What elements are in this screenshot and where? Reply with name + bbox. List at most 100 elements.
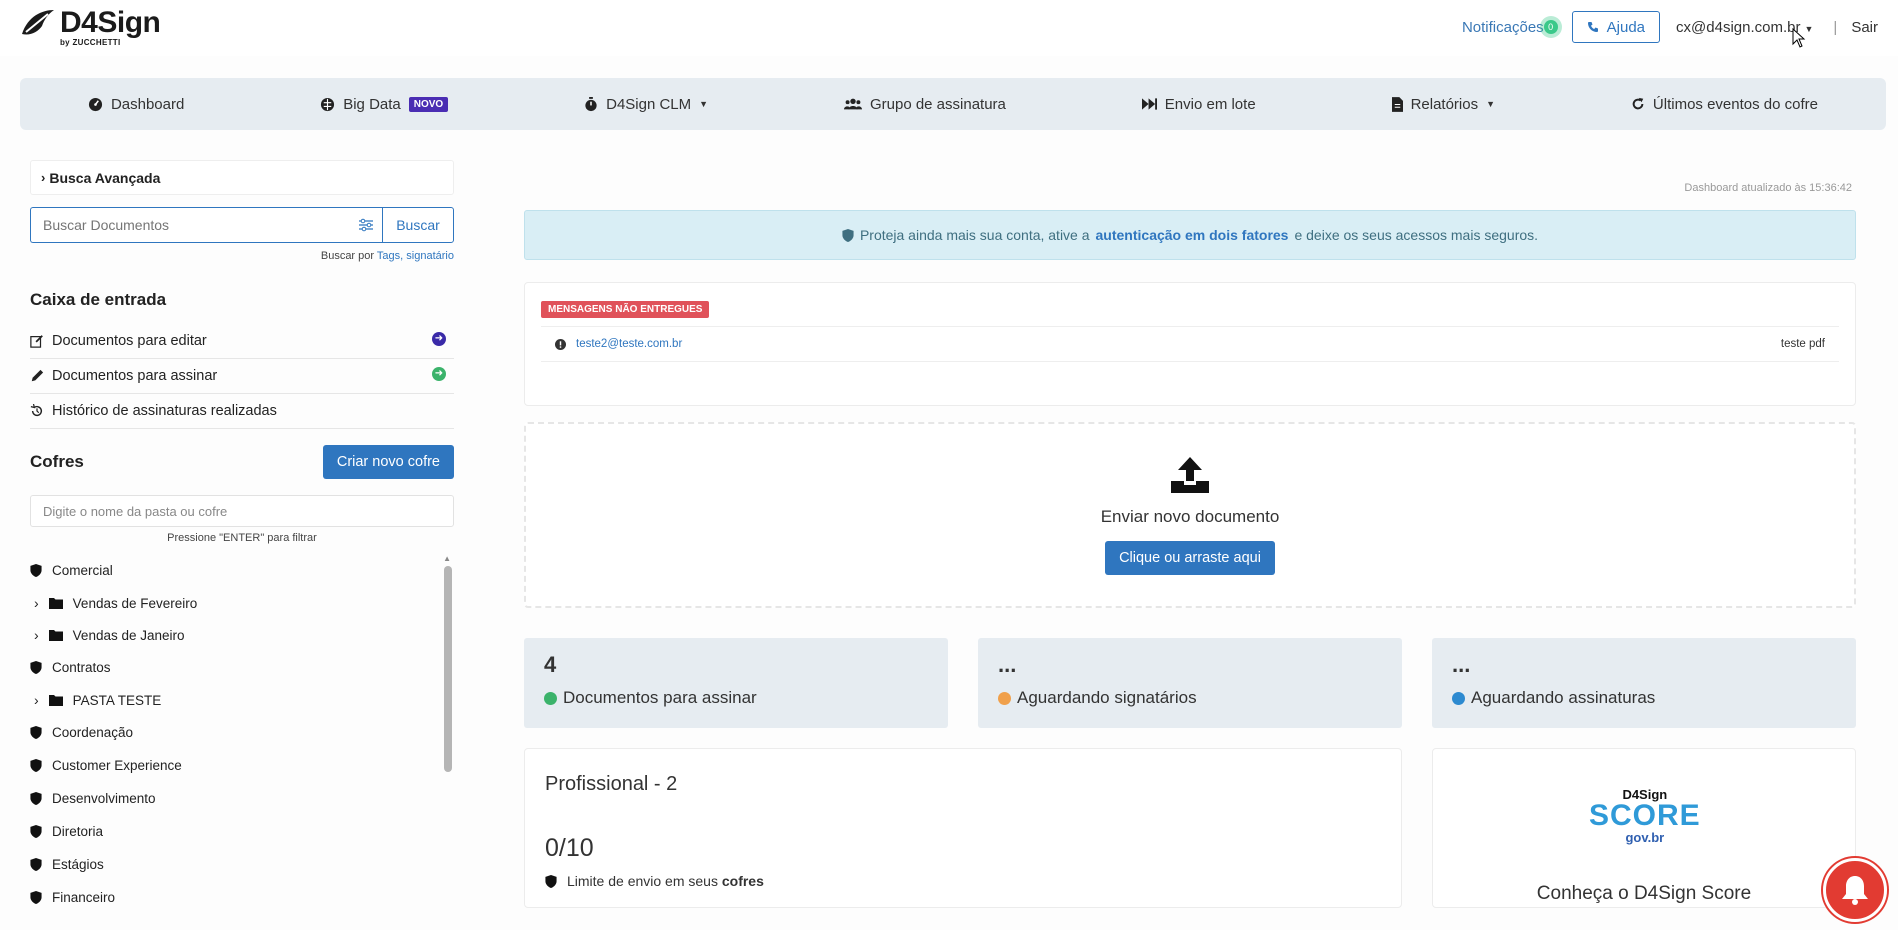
bottom-row: Profissional - 2 0/10 Limite de envio em…	[524, 748, 1856, 908]
help-label: Ajuda	[1606, 18, 1646, 36]
stat-card-aguardando-assinaturas[interactable]: ... Aguardando assinaturas	[1432, 638, 1856, 728]
sidebar: › Busca Avançada Buscar Buscar por Tags,…	[30, 160, 454, 914]
tree-item-cofre[interactable]: Customer Experience	[30, 749, 454, 782]
chevron-right-icon: ›	[41, 170, 46, 185]
upload-title: Enviar novo documento	[1100, 507, 1280, 526]
nav-grupo-assinatura-label: Grupo de assinatura	[869, 95, 1006, 113]
d4sign-score-logo: D4Sign SCORE gov.br	[1589, 787, 1701, 845]
search-by-comma: ,	[400, 250, 404, 262]
nav-big-data[interactable]: Big Data NOVO	[320, 95, 449, 113]
file-icon	[1391, 96, 1403, 112]
notifications-label: Notificações	[1461, 18, 1544, 36]
cofre-tree: ▲ Comercial › Vendas de Fevereiro › Vend…	[30, 554, 454, 914]
d4sign-logo-mark-icon	[22, 10, 54, 35]
inbox-item-editar[interactable]: Documentos para editar ➜	[30, 324, 454, 359]
mouse-cursor-icon	[1792, 28, 1806, 48]
tree-item-cofre[interactable]: Desenvolvimento	[30, 782, 454, 815]
filter-hint: Pressione "ENTER" para filtrar	[167, 532, 317, 544]
shield-icon	[30, 825, 42, 838]
tree-item-cofre[interactable]: Contratos	[30, 651, 454, 684]
filter-sliders-icon[interactable]	[350, 207, 382, 243]
pencil-icon	[31, 369, 44, 382]
search-button[interactable]: Buscar	[382, 207, 454, 243]
tree-item-cofre[interactable]: Diretoria	[30, 815, 454, 848]
inbox-item-label: Histórico de assinaturas realizadas	[52, 403, 277, 419]
tree-item-label: Coordenação	[52, 725, 134, 740]
shield-icon	[842, 228, 854, 242]
upload-button[interactable]: Clique ou arraste aqui	[1105, 541, 1275, 575]
tree-scrollbar[interactable]	[444, 566, 452, 772]
user-email: cx@d4sign.com.br	[1676, 18, 1801, 36]
dashboard-updated-text: Dashboard atualizado às 15:36:42	[1684, 182, 1852, 194]
inbox-item-historico[interactable]: Histórico de assinaturas realizadas	[30, 394, 454, 429]
chevron-down-icon: ▼	[1486, 99, 1496, 109]
tree-item-label: Comercial	[52, 563, 113, 578]
tree-item-cofre[interactable]: Comercial	[30, 554, 454, 587]
chevron-right-icon[interactable]: ›	[34, 627, 39, 643]
create-cofre-button[interactable]: Criar novo cofre	[322, 445, 454, 479]
fast-forward-icon	[1141, 98, 1157, 110]
alert-text-prefix: Proteja ainda mais sua conta, ative a	[859, 227, 1090, 243]
stat-card-aguardando-signatarios[interactable]: ... Aguardando signatários	[978, 638, 1402, 728]
undelivered-message-row[interactable]: teste2@teste.com.br teste pdf	[541, 326, 1839, 362]
two-factor-link[interactable]: autenticação em dois fatores	[1096, 227, 1289, 243]
two-factor-alert: Proteja ainda mais sua conta, ative a au…	[524, 210, 1856, 260]
nav-d4sign-clm[interactable]: D4Sign CLM ▼	[584, 96, 708, 113]
nav-big-data-label: Big Data	[343, 95, 401, 113]
stat-label: Aguardando signatários	[1017, 688, 1197, 707]
tree-item-folder[interactable]: › Vendas de Fevereiro	[30, 587, 454, 619]
phone-icon	[1587, 22, 1598, 32]
tree-item-folder[interactable]: › Vendas de Janeiro	[30, 619, 454, 651]
tree-item-cofre[interactable]: Estágios	[30, 848, 454, 881]
d4sign-score-card[interactable]: D4Sign SCORE gov.br Conheça o D4Sign Sco…	[1432, 748, 1856, 908]
cofre-filter-input[interactable]: Digite o nome da pasta ou cofre	[30, 495, 454, 527]
search-input[interactable]	[30, 207, 350, 243]
help-button[interactable]: Ajuda	[1571, 11, 1661, 43]
notifications-link[interactable]: Notificações 0	[1461, 18, 1558, 36]
nav-dashboard[interactable]: Dashboard	[88, 96, 184, 113]
nav-ultimos-eventos[interactable]: Últimos eventos do cofre	[1631, 96, 1818, 113]
status-dot-green	[544, 691, 557, 705]
stats-row: 4 Documentos para assinar ... Aguardando…	[524, 638, 1856, 728]
edit-icon	[30, 335, 43, 348]
folder-icon	[48, 598, 63, 609]
chevron-right-icon[interactable]: ›	[34, 595, 39, 611]
shield-icon	[30, 564, 42, 577]
advanced-search-toggle[interactable]: › Busca Avançada	[30, 160, 454, 195]
stat-value: ...	[1452, 652, 1471, 677]
tree-item-folder[interactable]: › PASTA TESTE	[30, 684, 454, 716]
inbox-item-assinar[interactable]: Documentos para assinar ➜	[30, 359, 454, 394]
advanced-search-label: Busca Avançada	[49, 169, 161, 186]
score-logo-gov: gov.br	[1625, 830, 1665, 845]
shield-icon	[30, 792, 42, 805]
notification-bell-button[interactable]	[1823, 858, 1887, 922]
new-badge: NOVO	[408, 96, 449, 112]
search-by-hint: Buscar por Tags, signatário	[30, 250, 454, 262]
search-by-tags-link[interactable]: Tags	[377, 250, 400, 262]
tree-item-label: Vendas de Janeiro	[72, 627, 185, 643]
scroll-up-arrow-icon[interactable]: ▲	[443, 554, 451, 563]
top-bar: D4Sign by ZUCCHETTI Notificações 0 Ajuda…	[0, 0, 1898, 56]
tree-item-cofre[interactable]: Financeiro	[30, 881, 454, 914]
logout-link[interactable]: Sair	[1851, 19, 1878, 36]
upload-dropzone[interactable]: Enviar novo documento Clique ou arraste …	[524, 422, 1856, 608]
tree-item-cofre[interactable]: Coordenação	[30, 716, 454, 749]
undelivered-email-link[interactable]: teste2@teste.com.br	[576, 338, 682, 350]
tree-item-label: PASTA TESTE	[72, 692, 162, 708]
search-by-signatario-link[interactable]: signatário	[406, 250, 454, 262]
inbox-title: Caixa de entrada	[30, 290, 167, 309]
shield-icon	[545, 874, 557, 888]
nav-grupo-assinatura[interactable]: Grupo de assinatura	[843, 95, 1006, 113]
stat-card-documentos[interactable]: 4 Documentos para assinar	[524, 638, 948, 728]
nav-relatorios-label: Relatórios	[1410, 95, 1479, 113]
d4sign-logo[interactable]: D4Sign by ZUCCHETTI	[18, 8, 161, 47]
logo-by: by ZUCCHETTI	[60, 38, 121, 47]
inbox-item-label: Documentos para editar	[52, 333, 207, 349]
tree-item-label: Estágios	[52, 857, 104, 872]
nav-relatorios[interactable]: Relatórios ▼	[1391, 95, 1496, 113]
plan-usage-count: 0/10	[545, 834, 594, 862]
nav-envio-lote[interactable]: Envio em lote	[1141, 96, 1256, 113]
chevron-right-icon[interactable]: ›	[34, 692, 39, 708]
stopwatch-icon	[585, 96, 597, 111]
stat-label: Documentos para assinar	[563, 688, 757, 707]
